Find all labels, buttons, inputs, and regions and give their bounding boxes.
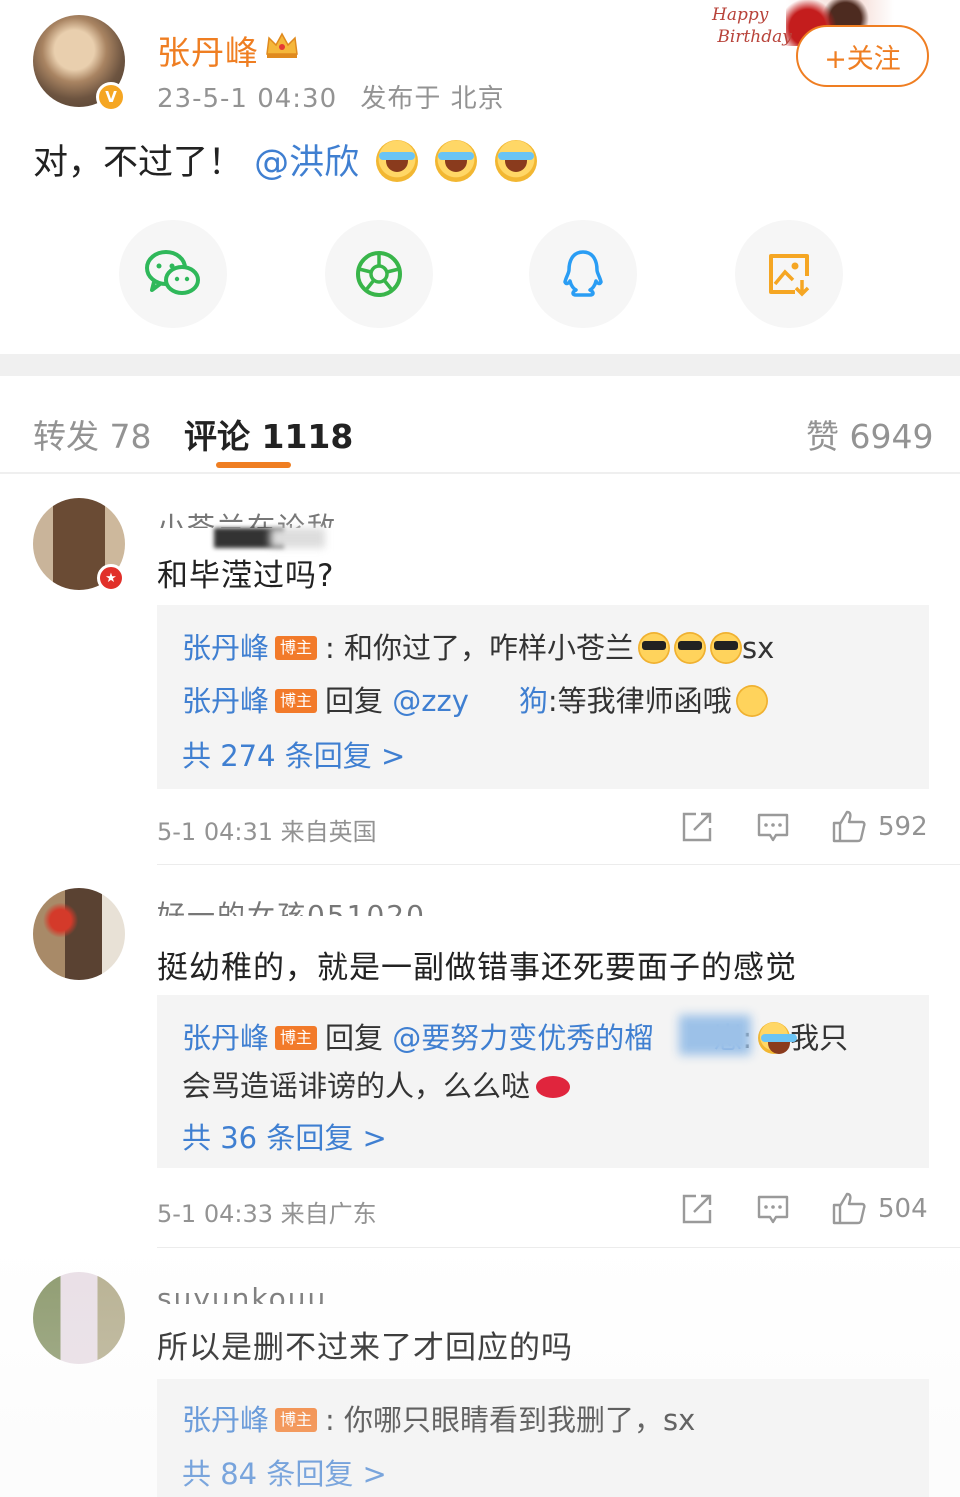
comment-divider <box>157 1247 960 1248</box>
comment-item: suyunkouu 所以是删不过来了才回应的吗 张丹峰 博主 : 你哪只眼睛看到我删… <box>0 1250 960 1497</box>
laugh-cry-emoji-icon <box>376 140 419 182</box>
laugh-cry-emoji-icon <box>435 140 478 182</box>
commenter-avatar[interactable] <box>33 888 125 980</box>
comment-meta: 5-1 04:33 来自广东 <box>157 1200 377 1228</box>
redaction-mask <box>270 528 325 548</box>
comment-meta: 5-1 04:31 来自英国 <box>157 818 377 846</box>
comment-icon[interactable] <box>756 1192 790 1226</box>
reply-box[interactable]: 张丹峰 博主 : 你哪只眼睛看到我删了，sx 共 84 条回复 > <box>157 1379 929 1497</box>
laugh-cry-emoji-icon <box>494 140 537 182</box>
interaction-tabs: 转发 78 评论 1118 赞 6949 <box>0 376 960 474</box>
like-icon[interactable] <box>831 1190 867 1226</box>
sunglasses-emoji-icon <box>674 632 707 664</box>
more-replies-link[interactable]: 共 84 条回复 > <box>182 1451 387 1493</box>
commenter-name[interactable]: suyunkouu <box>157 1282 327 1304</box>
redaction-mask <box>679 1015 751 1055</box>
reply-word: 回复 <box>325 1021 384 1055</box>
reply-author[interactable]: 张丹峰 <box>182 631 269 665</box>
share-qq-button[interactable] <box>529 220 637 328</box>
host-tag: 博主 <box>275 1026 318 1050</box>
section-divider <box>0 354 960 376</box>
host-tag: 博主 <box>275 1408 318 1432</box>
qq-icon <box>563 250 603 297</box>
reply-suffix: sx <box>663 1403 696 1437</box>
save-image-icon <box>769 254 810 297</box>
sunglasses-emoji-icon <box>710 632 743 664</box>
kiss-lips-icon <box>536 1076 571 1098</box>
reply-mention-end[interactable]: 狗 <box>519 684 548 718</box>
like-icon[interactable] <box>831 808 867 844</box>
post-mention[interactable]: @洪欣 <box>254 143 359 183</box>
member-badge-icon: ★ <box>97 564 125 592</box>
post-header: V 张丹峰 23-5-1 04:30 发布于 北京 Happy Birthday… <box>0 0 960 120</box>
comment-item: 好一的女孩051020 挺幼稚的，就是一副做错事还死要面子的感觉 张丹峰 博主 回复… <box>0 866 960 1250</box>
share-wechat-button[interactable] <box>119 220 227 328</box>
post-meta: 23-5-1 04:30 发布于 北京 <box>157 78 505 115</box>
moments-icon <box>356 251 402 297</box>
reply-box[interactable]: 张丹峰博主回复 @要努力变优秀的榴崽:我只 会骂造谣诽谤的人，么么哒 共 36 … <box>157 995 929 1168</box>
tab-repost[interactable]: 转发 78 <box>33 410 151 458</box>
comment-text: 挺幼稚的，就是一副做错事还死要面子的感觉 <box>157 950 797 986</box>
comment-icon[interactable] <box>756 810 790 844</box>
post-time: 23-5-1 04:30 <box>157 84 338 114</box>
follow-button[interactable]: +关注 <box>796 25 929 87</box>
reply-author[interactable]: 张丹峰 <box>182 1403 269 1437</box>
reply-mention[interactable]: @要努力变优秀的榴 <box>392 1021 653 1055</box>
commenter-name[interactable]: 小苍兰在论敌 <box>157 506 337 528</box>
reply-text: :等我律师函哦 <box>547 684 732 718</box>
reply-line: 张丹峰 博主 回复 @zzy 狗:等我律师函哦 <box>182 678 768 720</box>
comment-item: ★ 小苍兰在论敌 和毕滢过吗? 张丹峰 博主 : 和你过了，咋样小苍兰 sx 张丹峰博… <box>0 476 960 866</box>
sunglasses-emoji-icon <box>638 632 671 664</box>
reply-text: : 和你过了，咋样小苍兰 <box>325 631 635 665</box>
host-tag: 博主 <box>275 689 318 713</box>
commenter-avatar[interactable] <box>33 1272 125 1364</box>
post-text-body: 对，不过了！ <box>33 143 244 183</box>
like-count: 504 <box>878 1194 928 1224</box>
tab-likes[interactable]: 赞 6949 <box>806 410 933 458</box>
reply-suffix: sx <box>742 631 775 665</box>
share-row <box>0 220 960 330</box>
birthday-text: Happy Birthday <box>712 5 792 47</box>
reply-text: : 你哪只眼睛看到我删了， <box>325 1403 664 1437</box>
reply-author[interactable]: 张丹峰 <box>182 1021 269 1055</box>
crown-icon <box>266 32 298 58</box>
reply-word: 回复 <box>325 684 384 718</box>
verified-icon: V <box>96 82 126 112</box>
author-name[interactable]: 张丹峰 <box>157 26 259 74</box>
more-replies-link[interactable]: 共 36 条回复 > <box>182 1115 387 1157</box>
like-count: 592 <box>878 812 928 842</box>
share-icon[interactable] <box>680 1192 714 1226</box>
reply-text-2: 我只 <box>790 1021 849 1055</box>
reply-line: 张丹峰 博主 : 你哪只眼睛看到我删了，sx <box>182 1397 695 1439</box>
share-icon[interactable] <box>680 810 714 844</box>
post-text: 对，不过了！ @洪欣 <box>33 134 537 185</box>
save-image-button[interactable] <box>735 220 843 328</box>
reply-line: 张丹峰 博主 : 和你过了，咋样小苍兰 sx <box>182 625 774 667</box>
more-replies-link[interactable]: 共 274 条回复 > <box>182 733 405 775</box>
comment-text: 和毕滢过吗? <box>157 558 335 594</box>
666-emoji-icon <box>735 685 768 717</box>
laugh-cry-emoji-icon <box>758 1022 798 1054</box>
tab-comments[interactable]: 评论 1118 <box>184 410 353 458</box>
comment-text: 所以是删不过来了才回应的吗 <box>157 1330 573 1366</box>
commenter-name[interactable]: 好一的女孩051020 <box>157 894 426 916</box>
share-moments-button[interactable] <box>325 220 433 328</box>
post-location: 发布于 北京 <box>360 84 505 114</box>
host-tag: 博主 <box>275 636 318 660</box>
reply-author[interactable]: 张丹峰 <box>182 684 269 718</box>
reply-line: 会骂造谣诽谤的人，么么哒 <box>182 1063 571 1105</box>
wechat-icon <box>145 250 200 295</box>
reply-box[interactable]: 张丹峰 博主 : 和你过了，咋样小苍兰 sx 张丹峰 博主 回复 @zzy 狗:等我律师函哦… <box>157 605 929 789</box>
reply-mention[interactable]: @zzy <box>392 684 469 718</box>
comment-divider <box>157 864 960 865</box>
reply-text-line2: 会骂造谣诽谤的人，么么哒 <box>182 1069 531 1103</box>
tab-active-indicator <box>216 462 291 468</box>
